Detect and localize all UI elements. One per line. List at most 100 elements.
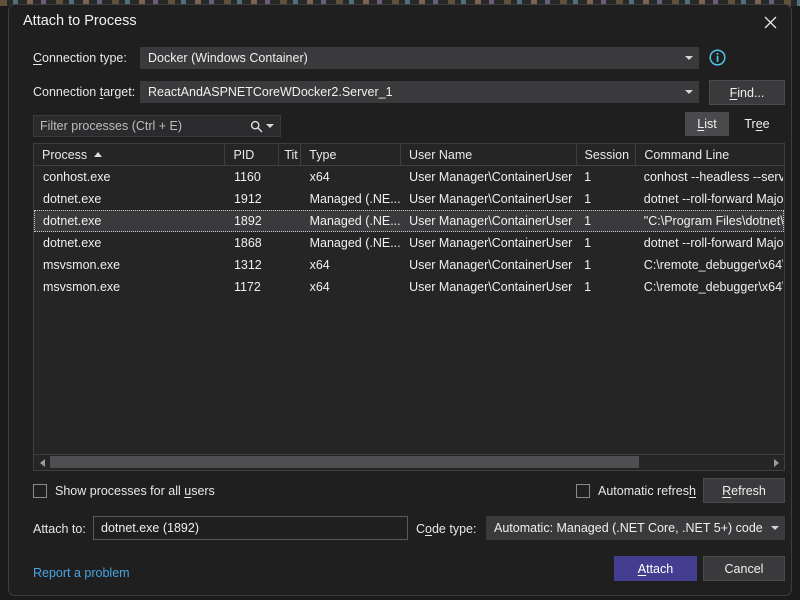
cell-process: dotnet.exe [35, 211, 226, 231]
cell-session: 1 [576, 255, 636, 275]
column-header-pid-label: PID [233, 148, 254, 162]
column-header-user-name[interactable]: User Name [401, 144, 577, 165]
cell-command-line: C:\remote_debugger\x64\ [636, 255, 783, 275]
cell-type: x64 [302, 255, 401, 275]
cell-user-name: User Manager\ContainerUser [401, 211, 576, 231]
grid-horizontal-scrollbar[interactable] [34, 454, 784, 470]
cell-pid: 1172 [226, 277, 280, 297]
scrollbar-track[interactable] [50, 455, 768, 470]
connection-type-label: Connection type: [33, 51, 127, 65]
dialog-title: Attach to Process [23, 13, 137, 29]
attach-button[interactable]: Attach [614, 556, 697, 581]
cell-process: msvsmon.exe [35, 255, 226, 275]
table-row[interactable]: dotnet.exe1892Managed (.NE...User Manage… [34, 210, 784, 232]
cell-process: msvsmon.exe [35, 277, 226, 297]
cell-pid: 1868 [226, 233, 280, 253]
show-all-users-checkbox[interactable] [33, 484, 47, 498]
code-type-value: Automatic: Managed (.NET Core, .NET 5+) … [487, 521, 766, 535]
scrollbar-thumb[interactable] [50, 456, 639, 468]
cell-command-line: dotnet --roll-forward Majo [636, 233, 783, 253]
connection-target-label: Connection target: [33, 85, 135, 99]
column-header-session-label: Session [585, 148, 629, 162]
connection-target-value: ReactAndASPNETCoreWDocker2.Server_1 [141, 85, 680, 99]
cell-session: 1 [576, 211, 636, 231]
column-header-process[interactable]: Process [34, 144, 225, 165]
refresh-button-label: Refresh [722, 484, 766, 498]
cell-command-line: C:\remote_debugger\x64\ [636, 277, 783, 297]
show-all-users-label: Show processes for all users [55, 484, 215, 498]
attach-to-input[interactable]: dotnet.exe (1892) [93, 516, 408, 540]
table-row[interactable]: dotnet.exe1868 Managed (.NE...User Manage… [34, 232, 784, 254]
filter-processes-input[interactable]: Filter processes (Ctrl + E) [33, 115, 281, 137]
close-button[interactable] [753, 8, 787, 36]
cell-command-line: conhost --headless --serv [636, 167, 783, 187]
cell-user-name: User Manager\ContainerUser [401, 277, 576, 297]
column-header-command-line-label: Command Line [644, 148, 729, 162]
chevron-down-icon [680, 90, 698, 94]
table-row[interactable]: msvsmon.exe1312x64User Manager\Container… [34, 254, 784, 276]
column-header-title-label: Tit [284, 148, 297, 162]
filter-placeholder: Filter processes (Ctrl + E) [34, 119, 250, 133]
cell-user-name: User Manager\ContainerUser [401, 189, 576, 209]
dialog-titlebar: Attach to Process [9, 5, 791, 39]
code-type-dropdown[interactable]: Automatic: Managed (.NET Core, .NET 5+) … [486, 516, 785, 540]
search-icon[interactable] [250, 120, 263, 133]
process-grid[interactable]: Process PID Tit Type User Name Session C… [33, 143, 785, 471]
table-row[interactable]: msvsmon.exe1172 x64User Manager\Container… [34, 276, 784, 298]
cell-type: x64 [302, 277, 401, 297]
cell-user-name: User Manager\ContainerUser [401, 233, 576, 253]
cancel-button[interactable]: Cancel [703, 556, 785, 581]
view-toggle-list[interactable]: List [685, 112, 729, 136]
column-header-process-label: Process [42, 148, 87, 162]
connection-type-value: Docker (Windows Container) [141, 51, 680, 65]
code-type-label: Code type: [416, 522, 476, 536]
column-header-title[interactable]: Tit [279, 144, 301, 165]
connection-target-dropdown[interactable]: ReactAndASPNETCoreWDocker2.Server_1 [140, 81, 699, 103]
cell-session: 1 [576, 277, 636, 297]
process-grid-body: conhost.exe1160x64User Manager\Container… [34, 166, 784, 298]
report-a-problem-link[interactable]: Report a problem [33, 566, 130, 580]
cell-title [280, 277, 302, 297]
automatic-refresh-label: Automatic refresh [598, 484, 696, 498]
cell-process: conhost.exe [35, 167, 226, 187]
cell-session: 1 [576, 167, 636, 187]
cell-session: 1 [576, 189, 636, 209]
find-button[interactable]: Find... [709, 80, 785, 105]
cell-title [280, 167, 302, 187]
chevron-down-icon [680, 56, 698, 60]
table-row[interactable]: conhost.exe1160x64User Manager\Container… [34, 166, 784, 188]
cell-type: Managed (.NE... [302, 189, 401, 209]
cell-title [280, 233, 302, 253]
automatic-refresh-checkbox-row[interactable]: Automatic refresh [576, 484, 696, 498]
chevron-down-icon[interactable] [266, 124, 274, 128]
connection-type-dropdown[interactable]: Docker (Windows Container) [140, 47, 699, 69]
view-toggle-tree-label: Tree [744, 117, 769, 131]
scroll-left-arrow-icon[interactable] [34, 455, 50, 470]
scroll-right-arrow-icon[interactable] [768, 455, 784, 470]
column-header-type-label: Type [309, 148, 336, 162]
cell-process: dotnet.exe [35, 233, 226, 253]
table-row[interactable]: dotnet.exe1912Managed (.NE...User Manage… [34, 188, 784, 210]
sort-ascending-icon [94, 152, 102, 157]
cell-title [280, 189, 302, 209]
cell-command-line: "C:\Program Files\dotnet\ [636, 211, 783, 231]
cell-process: dotnet.exe [35, 189, 226, 209]
refresh-button[interactable]: Refresh [703, 478, 785, 503]
cell-title [280, 211, 302, 231]
attach-button-label: Attach [638, 562, 673, 576]
cell-type: Managed (.NE... [302, 233, 401, 253]
cell-session: 1 [576, 233, 636, 253]
view-toggle-tree[interactable]: Tree [735, 112, 779, 136]
automatic-refresh-checkbox[interactable] [576, 484, 590, 498]
attach-to-process-dialog: Attach to Process Connection type: Docke… [8, 4, 792, 596]
column-header-type[interactable]: Type [301, 144, 401, 165]
column-header-session[interactable]: Session [577, 144, 637, 165]
cell-user-name: User Manager\ContainerUser [401, 255, 576, 275]
cell-title [280, 255, 302, 275]
column-header-command-line[interactable]: Command Line [636, 144, 784, 165]
cell-command-line: dotnet --roll-forward Majo [636, 189, 783, 209]
column-header-user-name-label: User Name [409, 148, 472, 162]
show-all-users-checkbox-row[interactable]: Show processes for all users [33, 484, 215, 498]
info-icon[interactable] [709, 49, 726, 66]
column-header-pid[interactable]: PID [225, 144, 279, 165]
